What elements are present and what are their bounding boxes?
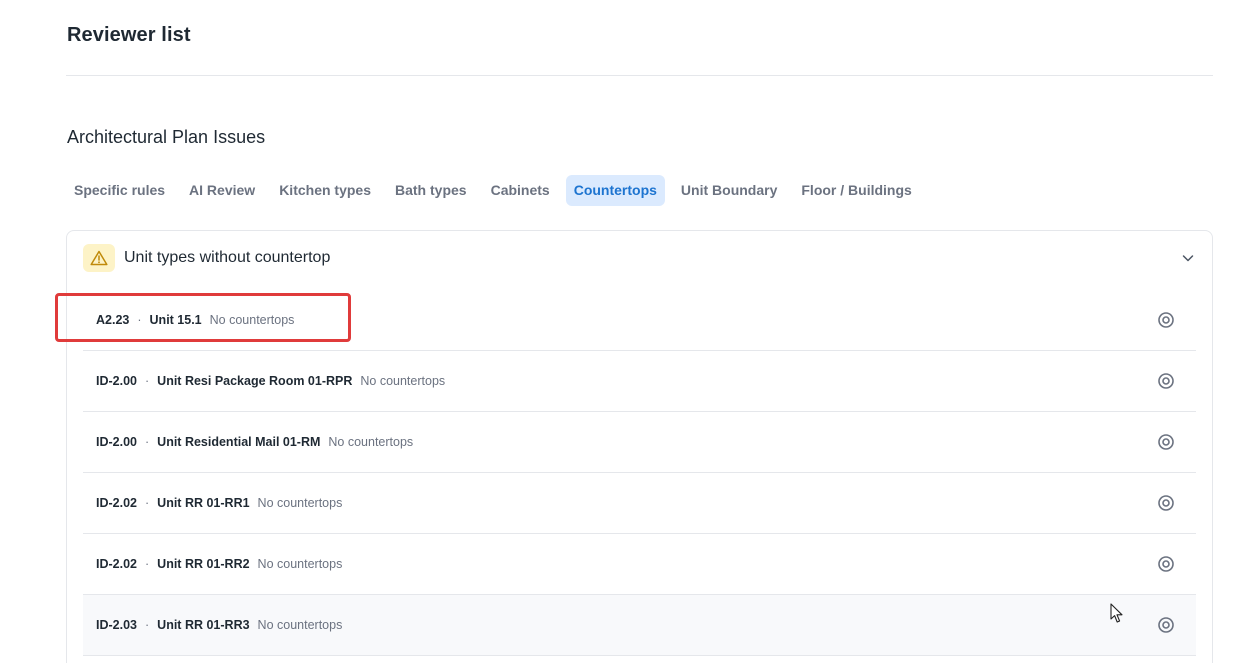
issue-note: No countertops — [257, 557, 343, 571]
list-item[interactable]: ID-2.02 · Unit RR 01-RR2 No countertops — [83, 534, 1196, 595]
separator: · — [145, 435, 150, 449]
drawing-code: A2.23 — [96, 313, 130, 327]
page-title: Reviewer list — [67, 24, 191, 46]
reviewer-list-page: Reviewer list Architectural Plan Issues … — [0, 0, 1248, 663]
list-item[interactable]: ID-2.00 · Unit Residential Mail 01-RM No… — [83, 412, 1196, 473]
unit-name: Unit 15.1 — [149, 313, 202, 327]
locate-target-icon[interactable] — [1157, 372, 1175, 390]
issue-note: No countertops — [257, 496, 343, 510]
mouse-cursor-icon — [1110, 603, 1123, 623]
section-title: Architectural Plan Issues — [67, 127, 266, 147]
unit-name: Unit Resi Package Room 01-RPR — [157, 374, 353, 388]
tab-specific-rules[interactable]: Specific rules — [66, 175, 173, 206]
locate-target-icon[interactable] — [1157, 433, 1175, 451]
issue-list: A2.23 · Unit 15.1 No countertops ID-2.00… — [83, 290, 1196, 656]
tab-unit-boundary[interactable]: Unit Boundary — [673, 175, 785, 206]
issue-panel: Unit types without countertop A2.23 · Un… — [66, 230, 1213, 663]
drawing-code: ID-2.03 — [96, 618, 137, 632]
locate-target-icon[interactable] — [1157, 555, 1175, 573]
tab-cabinets[interactable]: Cabinets — [483, 175, 558, 206]
locate-target-icon[interactable] — [1157, 494, 1175, 512]
list-item[interactable]: ID-2.03 · Unit RR 01-RR3 No countertops — [83, 595, 1196, 656]
panel-header[interactable]: Unit types without countertop — [83, 242, 1196, 274]
drawing-code: ID-2.02 — [96, 496, 137, 510]
separator: · — [145, 557, 150, 571]
header-divider — [66, 75, 1213, 76]
chevron-down-icon[interactable] — [1180, 250, 1196, 266]
tab-bath-types[interactable]: Bath types — [387, 175, 475, 206]
tab-floor-buildings[interactable]: Floor / Buildings — [793, 175, 919, 206]
tab-kitchen-types[interactable]: Kitchen types — [271, 175, 379, 206]
issue-tabs: Specific rules AI Review Kitchen types B… — [66, 175, 920, 206]
issue-note: No countertops — [209, 313, 295, 327]
unit-name: Unit Residential Mail 01-RM — [157, 435, 321, 449]
panel-title: Unit types without countertop — [124, 249, 331, 266]
separator: · — [145, 374, 150, 388]
locate-target-icon[interactable] — [1157, 311, 1175, 329]
issue-note: No countertops — [328, 435, 414, 449]
warning-icon — [83, 244, 115, 272]
list-item[interactable]: A2.23 · Unit 15.1 No countertops — [83, 290, 1196, 351]
drawing-code: ID-2.00 — [96, 374, 137, 388]
drawing-code: ID-2.02 — [96, 557, 137, 571]
drawing-code: ID-2.00 — [96, 435, 137, 449]
issue-note: No countertops — [360, 374, 446, 388]
list-item[interactable]: ID-2.00 · Unit Resi Package Room 01-RPR … — [83, 351, 1196, 412]
unit-name: Unit RR 01-RR2 — [157, 557, 250, 571]
issue-note: No countertops — [257, 618, 343, 632]
tab-countertops[interactable]: Countertops — [565, 175, 665, 206]
separator: · — [145, 496, 150, 510]
list-item[interactable]: ID-2.02 · Unit RR 01-RR1 No countertops — [83, 473, 1196, 534]
separator: · — [137, 313, 142, 327]
locate-target-icon[interactable] — [1157, 616, 1175, 634]
separator: · — [145, 618, 150, 632]
tab-ai-review[interactable]: AI Review — [181, 175, 263, 206]
unit-name: Unit RR 01-RR1 — [157, 496, 250, 510]
unit-name: Unit RR 01-RR3 — [157, 618, 250, 632]
